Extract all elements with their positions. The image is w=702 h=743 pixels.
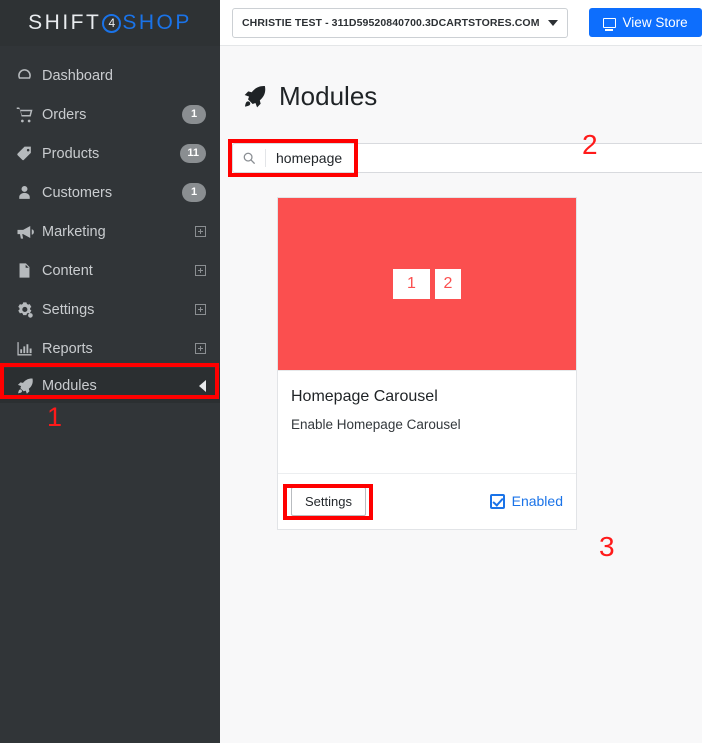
sidebar-item-customers[interactable]: Customers 1: [0, 173, 220, 212]
module-card-body: Homepage Carousel Enable Homepage Carous…: [278, 369, 576, 473]
sidebar-item-settings[interactable]: Settings: [0, 290, 220, 329]
megaphone-icon: [16, 223, 42, 241]
module-description: Enable Homepage Carousel: [291, 416, 461, 432]
rocket-icon: [16, 377, 42, 395]
settings-button[interactable]: Settings: [291, 486, 366, 516]
brand-shift-text: SHIFT: [28, 11, 102, 34]
enabled-toggle[interactable]: Enabled: [489, 493, 563, 510]
expand-plus-icon[interactable]: [195, 343, 206, 354]
bar-chart-icon: [16, 340, 42, 357]
store-selector-label: CHRISTIE TEST - 311D59520840700.3DCARTST…: [242, 16, 540, 29]
annotation-step-2: 2: [582, 129, 598, 160]
search-input[interactable]: [266, 143, 702, 172]
sidebar-item-label: Customers: [42, 184, 113, 201]
sidebar-item-orders[interactable]: Orders 1: [0, 95, 220, 134]
sidebar-item-dashboard[interactable]: Dashboard: [0, 56, 220, 95]
sidebar-item-label: Marketing: [42, 223, 106, 240]
monitor-icon: [602, 17, 616, 31]
rocket-icon: [242, 84, 267, 109]
store-selector-dropdown[interactable]: CHRISTIE TEST - 311D59520840700.3DCARTST…: [232, 7, 568, 38]
annotation-step-1: 1: [47, 402, 63, 432]
module-card: 1 2 Homepage Carousel Enable Homepage Ca…: [277, 196, 577, 530]
sidebar-item-label: Content: [42, 262, 93, 279]
shopping-cart-icon: [16, 106, 42, 124]
sidebar-item-reports[interactable]: Reports: [0, 329, 220, 368]
sidebar-badge-orders: 1: [182, 105, 206, 124]
chevron-down-icon: [547, 19, 558, 26]
top-bar: CHRISTIE TEST - 311D59520840700.3DCARTST…: [220, 0, 702, 46]
sidebar-item-content[interactable]: Content: [0, 251, 220, 290]
sidebar-item-label: Settings: [42, 301, 95, 318]
module-thumbnail: 1 2: [278, 197, 576, 370]
annotation-step-3: 3: [599, 531, 615, 562]
page-title: Modules: [279, 81, 378, 112]
brand-four-badge: 4: [102, 13, 122, 33]
document-icon: [16, 262, 42, 279]
page-header: Modules: [220, 46, 702, 130]
search-row: [220, 138, 702, 177]
sidebar-item-products[interactable]: Products 11: [0, 134, 220, 173]
sidebar-item-marketing[interactable]: Marketing: [0, 212, 220, 251]
price-tag-icon: [16, 145, 42, 163]
view-store-label: View Store: [622, 15, 688, 30]
dashboard-gauge-icon: [16, 67, 42, 84]
view-store-button[interactable]: View Store: [588, 8, 702, 37]
sidebar: SHIFT 4 SHOP Dashboard Orders 1 Products…: [0, 0, 220, 743]
expand-plus-icon[interactable]: [195, 304, 206, 315]
gears-icon: [16, 301, 42, 319]
sidebar-item-label: Products: [42, 145, 100, 162]
search-box[interactable]: [232, 142, 702, 173]
sidebar-item-label: Reports: [42, 340, 93, 357]
brand-shop-text: SHOP: [122, 11, 192, 34]
enabled-label: Enabled: [511, 493, 563, 510]
user-icon: [16, 184, 42, 201]
module-card-footer: Settings Enabled: [278, 472, 576, 529]
brand-text: SHIFT 4 SHOP: [28, 11, 192, 35]
sidebar-item-label: Dashboard: [42, 67, 113, 84]
modules-grid: 1 2 Homepage Carousel Enable Homepage Ca…: [220, 176, 702, 530]
expand-plus-icon[interactable]: [195, 265, 206, 276]
enabled-checkbox[interactable]: [489, 493, 505, 509]
sidebar-item-label: Orders: [42, 106, 87, 123]
module-title: Homepage Carousel: [291, 387, 438, 405]
chevron-left-icon: [199, 379, 206, 392]
sidebar-item-modules[interactable]: Modules: [0, 368, 220, 403]
brand-logo[interactable]: SHIFT 4 SHOP: [0, 0, 220, 46]
sidebar-badge-customers: 1: [182, 183, 206, 202]
expand-plus-icon[interactable]: [195, 226, 206, 237]
main-content: Modules 1 2 Homepage Carousel Enable Hom…: [220, 46, 702, 743]
sidebar-nav: Dashboard Orders 1 Products 11 Customers…: [0, 46, 220, 403]
sidebar-badge-products: 11: [180, 144, 206, 163]
sidebar-item-label: Modules: [42, 377, 97, 394]
thumbnail-tile-2: 2: [435, 268, 461, 299]
thumbnail-tile-1: 1: [393, 268, 430, 299]
search-icon: [233, 148, 266, 167]
